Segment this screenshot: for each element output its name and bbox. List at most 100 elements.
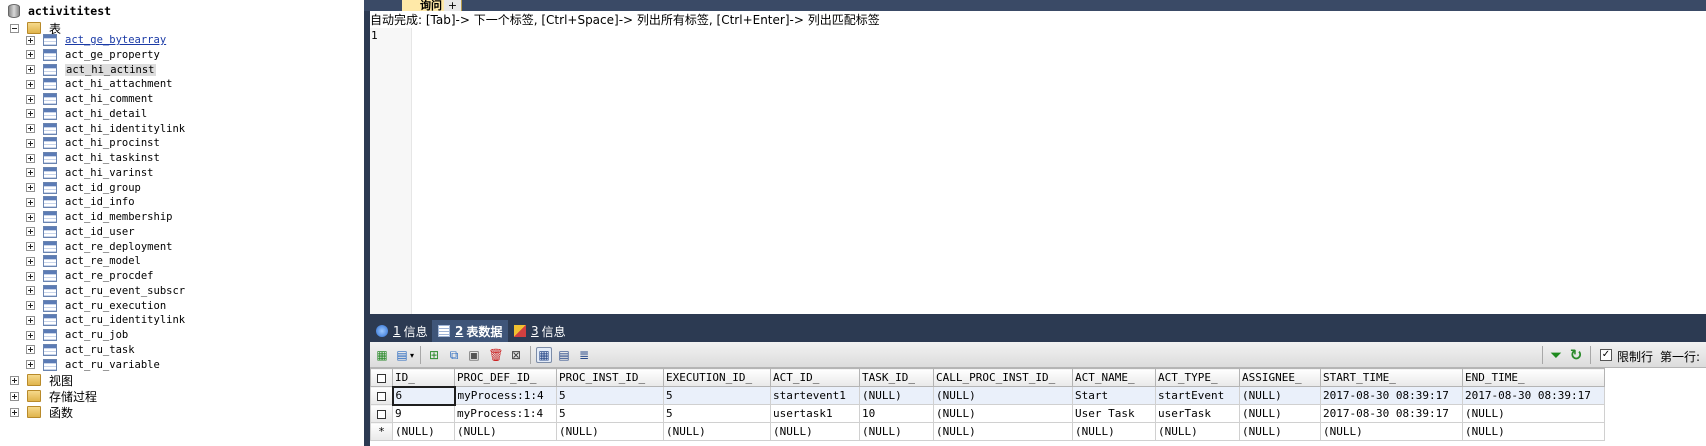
table-cell[interactable]: (NULL) [859,386,934,405]
tree-item-table[interactable]: act_re_model [26,253,141,269]
table-cell[interactable]: 5 [663,386,771,405]
new-row-marker[interactable]: * [370,422,393,441]
expand-icon[interactable] [26,212,35,222]
tab-info[interactable]: 3 信息 [508,320,572,342]
expand-icon[interactable] [26,286,35,296]
table-cell[interactable]: (NULL) [1072,422,1156,441]
table-cell[interactable]: usertask1 [770,404,860,423]
column-header[interactable]: CALL_PROC_INST_ID_ [933,368,1073,387]
expand-icon[interactable] [26,345,35,355]
table-cell[interactable]: startEvent [1155,386,1240,405]
column-header[interactable]: PROC_INST_ID_ [556,368,664,387]
table-cell[interactable]: (NULL) [1320,422,1463,441]
expand-icon[interactable] [26,256,35,266]
column-header[interactable]: ACT_NAME_ [1072,368,1156,387]
expand-icon[interactable] [26,153,35,163]
table-cell[interactable]: 2017-08-30 08:39:17 [1462,386,1605,405]
table-row[interactable]: 9 myProcess:1:4 5 5 usertask1 10 (NULL) User Ta… [370,404,1605,423]
add-row-icon[interactable]: ⊞ [426,347,442,363]
table-cell[interactable]: (NULL) [933,422,1073,441]
table-cell[interactable]: (NULL) [933,404,1073,423]
tree-item-table[interactable]: act_hi_attachment [26,76,172,92]
delete-icon[interactable]: 🗑 [488,347,504,363]
tree-item-table[interactable]: act_ru_job [26,327,128,343]
column-header[interactable]: START_TIME_ [1320,368,1463,387]
tree-item-table[interactable]: act_ru_identitylink [26,312,185,328]
tree-item-table[interactable]: act_hi_comment [26,91,154,107]
table-cell[interactable]: userTask [1155,404,1240,423]
table-cell[interactable]: (NULL) [933,386,1073,405]
tree-item-table[interactable]: act_hi_taskinst [26,150,160,166]
tree-item-table[interactable]: act_id_user [26,224,135,240]
duplicate-row-icon[interactable]: ⧉ [446,347,462,363]
tree-item-table[interactable]: act_id_info [26,194,135,210]
expand-icon[interactable] [26,301,35,310]
table-cell[interactable]: Start [1072,386,1156,405]
collapse-icon[interactable] [10,23,19,33]
query-editor[interactable]: 自动完成: [Tab]-> 下一个标签, [Ctrl+Space]-> 列出所有… [370,11,1706,314]
table-cell[interactable]: 2017-08-30 08:39:17 [1320,386,1463,405]
table-cell[interactable]: (NULL) [1462,422,1605,441]
expand-icon[interactable] [26,79,35,89]
table-cell[interactable]: 5 [556,404,664,423]
tree-node-views[interactable]: 视图 [10,372,73,388]
expand-icon[interactable] [26,242,35,251]
table-cell[interactable]: (NULL) [859,422,934,441]
table-row[interactable]: * (NULL) (NULL) (NULL) (NULL) (NULL) (NULL) (NU… [370,422,1605,441]
table-cell[interactable]: 9 [392,404,455,423]
expand-icon[interactable] [26,197,35,207]
column-header[interactable]: ACT_TYPE_ [1155,368,1240,387]
expand-icon[interactable] [10,391,19,401]
table-cell[interactable]: 6 [391,385,456,406]
tree-item-table[interactable]: act_re_deployment [26,239,172,255]
column-header[interactable]: TASK_ID_ [859,368,934,387]
tab-table-data[interactable]: 2 表数据 [432,320,509,342]
new-query-tab-button[interactable]: + [444,0,462,11]
tree-node-functions[interactable]: 函数 [10,404,73,420]
tree-item-table[interactable]: act_ru_variable [26,357,160,373]
expand-icon[interactable] [10,375,19,385]
tree-node-procedures[interactable]: 存储过程 [10,388,97,404]
tree-item-table[interactable]: act_ge_bytearray [26,32,166,48]
row-checkbox[interactable] [370,404,393,423]
text-view-icon[interactable]: ≣ [576,347,592,363]
expand-icon[interactable] [26,360,35,369]
tree-item-table[interactable]: act_ge_property [26,47,160,63]
column-header[interactable]: EXECUTION_ID_ [663,368,771,387]
expand-icon[interactable] [10,407,19,417]
tree-item-table[interactable]: act_hi_varinst [26,165,154,181]
tree-item-table[interactable]: act_re_procdef [26,268,154,284]
expand-icon[interactable] [26,50,35,60]
table-cell[interactable]: (NULL) [556,422,664,441]
expand-icon[interactable] [26,35,35,45]
table-cell[interactable]: (NULL) [770,422,860,441]
table-cell[interactable]: 10 [859,404,934,423]
expand-icon[interactable] [26,168,35,178]
table-cell[interactable]: myProcess:1:4 [454,386,557,405]
expand-icon[interactable] [26,227,35,237]
expand-icon[interactable] [26,124,35,133]
chevron-down-icon[interactable]: ▾ [408,347,416,363]
table-cell[interactable]: (NULL) [663,422,771,441]
expand-icon[interactable] [26,330,35,340]
table-cell[interactable]: (NULL) [1155,422,1240,441]
results-grid[interactable]: ID_ PROC_DEF_ID_ PROC_INST_ID_ EXECUTION_ID… [370,368,1706,446]
table-cell[interactable]: (NULL) [1239,404,1321,423]
save-icon[interactable]: ▣ [466,347,482,363]
tree-item-table[interactable]: act_hi_actinst [26,62,156,78]
form-view-icon[interactable]: ▤ [556,347,572,363]
expand-icon[interactable] [26,271,35,281]
table-row[interactable]: 6 myProcess:1:4 5 5 startevent1 (NULL) (NULL) S… [370,385,1605,406]
table-cell[interactable]: (NULL) [454,422,557,441]
tab-messages[interactable]: 1 信息 [370,320,434,342]
table-cell[interactable]: (NULL) [392,422,455,441]
column-header[interactable]: PROC_DEF_ID_ [454,368,557,387]
select-all-checkbox[interactable] [370,368,393,387]
column-header[interactable]: ACT_ID_ [770,368,860,387]
expand-icon[interactable] [26,138,35,148]
limit-rows-checkbox[interactable]: ✓ [1600,349,1612,361]
grid-view-icon[interactable]: ▦ [536,347,552,363]
tree-item-table[interactable]: act_id_membership [26,209,172,225]
table-cell[interactable]: myProcess:1:4 [454,404,557,423]
table-cell[interactable]: 5 [663,404,771,423]
